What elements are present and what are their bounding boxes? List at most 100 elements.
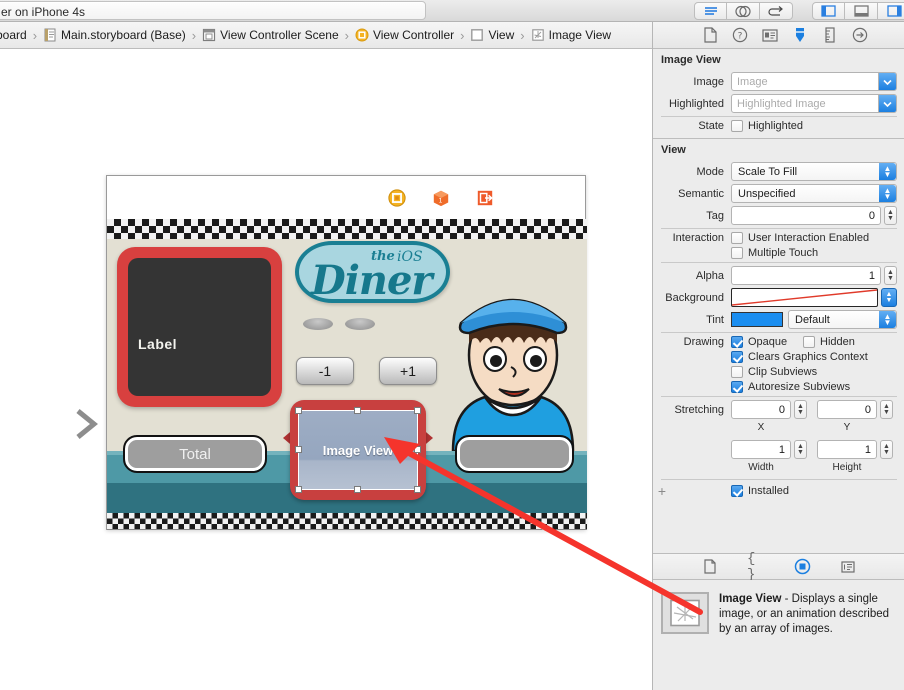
code-snippet-library-tab[interactable]: { } [747, 558, 765, 576]
selection-handle-bl[interactable] [295, 486, 302, 493]
updown-chevron-icon[interactable]: ▲▼ [879, 163, 896, 180]
attributes-inspector-tab[interactable] [791, 26, 809, 44]
stretch-y-input[interactable]: 0 [817, 400, 877, 419]
toggle-debug-area-button[interactable] [845, 2, 878, 20]
storyboard-canvas[interactable]: 1 [0, 49, 652, 690]
chevron-down-icon[interactable] [878, 95, 896, 112]
device-view[interactable]: Label Diner the iOS -1 +1 [107, 219, 587, 530]
selection-handle-mr[interactable] [414, 446, 421, 453]
breadcrumb-item-image-view[interactable]: Image View [531, 28, 611, 42]
version-editor-button[interactable] [760, 2, 793, 20]
stretch-y-stepper[interactable]: ▲▼ [880, 400, 893, 419]
assistant-editor-button[interactable] [727, 2, 760, 20]
clip-subviews-checkbox-row[interactable]: Clip Subviews [731, 366, 817, 378]
selection-handle-tl[interactable] [295, 407, 302, 414]
size-inspector-tab[interactable] [821, 26, 839, 44]
file-template-library-tab[interactable] [701, 558, 719, 576]
library-item-image-view[interactable]: Image View - Displays a single image, or… [653, 580, 904, 637]
image-view-selected[interactable]: Image View [298, 410, 418, 490]
opaque-checkbox[interactable] [731, 336, 743, 348]
installed-checkbox[interactable] [731, 485, 743, 497]
installed-checkbox-row[interactable]: Installed [731, 485, 789, 497]
breadcrumb-item-storyboard[interactable]: Main.storyboard (Base) [43, 28, 186, 42]
opaque-checkbox-row[interactable]: Opaque [731, 336, 803, 348]
media-library-tab[interactable] [839, 558, 857, 576]
stretch-height-stepper[interactable]: ▲▼ [880, 440, 893, 459]
clip-subviews-row: Clip Subviews [653, 366, 904, 378]
view-controller-scene[interactable]: 1 [106, 175, 586, 530]
hidden-checkbox-row[interactable]: Hidden [803, 336, 855, 348]
toolbar: er on iPhone 4s [0, 0, 904, 22]
breadcrumb-item-board[interactable]: board [0, 28, 27, 42]
clears-graphics-checkbox-row[interactable]: Clears Graphics Context [731, 351, 868, 363]
view-controller-icon [355, 28, 369, 42]
autoresize-checkbox-row[interactable]: Autoresize Subviews [731, 381, 850, 393]
file-inspector-tab[interactable] [701, 26, 719, 44]
tag-stepper[interactable]: ▲▼ [884, 206, 897, 225]
exit-icon[interactable] [476, 189, 494, 207]
autoresize-checkbox[interactable] [731, 381, 743, 393]
image-combo[interactable]: Image [731, 72, 897, 91]
chalkboard-inner: Label [128, 258, 271, 396]
breadcrumb-item-view-controller[interactable]: View Controller [355, 28, 454, 42]
hidden-checkbox[interactable] [803, 336, 815, 348]
alpha-stepper[interactable]: ▲▼ [884, 266, 897, 285]
semantic-popup[interactable]: Unspecified ▲▼ [731, 184, 897, 203]
alpha-input[interactable]: 1 [731, 266, 881, 285]
clears-graphics-checkbox[interactable] [731, 351, 743, 363]
identity-inspector-tab[interactable] [761, 26, 779, 44]
background-label: Background [653, 292, 731, 304]
utilities-inspector: ? Image View Image Image [652, 22, 904, 690]
object-library-tab[interactable] [793, 558, 811, 576]
updown-chevron-icon[interactable]: ▲▼ [879, 311, 896, 328]
scheme-selector[interactable]: er on iPhone 4s [0, 1, 426, 20]
semantic-value: Unspecified [732, 188, 795, 200]
stretching-wh-row: 1 ▲▼ 1 ▲▼ [653, 440, 904, 459]
selection-handle-tr[interactable] [414, 407, 421, 414]
user-interaction-checkbox[interactable] [731, 232, 743, 244]
user-interaction-checkbox-row[interactable]: User Interaction Enabled [731, 232, 869, 244]
selection-handle-ml[interactable] [295, 446, 302, 453]
connections-inspector-tab[interactable] [851, 26, 869, 44]
stretch-height-input[interactable]: 1 [817, 440, 877, 459]
tint-popup[interactable]: Default ▲▼ [788, 310, 897, 329]
interaction-label: Interaction [653, 232, 731, 244]
divider [661, 479, 897, 480]
stretch-x-caption: X [731, 422, 791, 433]
breadcrumb-separator: › [460, 28, 464, 43]
chevron-down-icon[interactable] [878, 73, 896, 90]
selection-handle-br[interactable] [414, 486, 421, 493]
toggle-utilities-button[interactable] [878, 2, 904, 20]
selection-handle-bc[interactable] [354, 486, 361, 493]
library-list[interactable]: Image View - Displays a single image, or… [653, 580, 904, 690]
state-highlighted-checkbox-row[interactable]: Highlighted [731, 120, 803, 132]
image-view-icon [669, 599, 701, 627]
state-highlighted-checkbox[interactable] [731, 120, 743, 132]
multiple-touch-checkbox[interactable] [731, 247, 743, 259]
stretch-width-input[interactable]: 1 [731, 440, 791, 459]
breadcrumb-item-view[interactable]: View [470, 28, 514, 42]
quick-help-inspector-tab[interactable]: ? [731, 26, 749, 44]
multiple-touch-checkbox-row[interactable]: Multiple Touch [731, 247, 818, 259]
stretch-width-stepper[interactable]: ▲▼ [794, 440, 807, 459]
standard-editor-button[interactable] [694, 2, 727, 20]
background-color-well[interactable] [731, 288, 878, 307]
arrow-circle-icon [852, 27, 868, 43]
tag-input[interactable]: 0 [731, 206, 881, 225]
highlighted-image-combo[interactable]: Highlighted Image [731, 94, 897, 113]
updown-chevron-icon[interactable]: ▲▼ [879, 185, 896, 202]
background-color-stepper[interactable]: ▲▼ [881, 288, 897, 307]
add-variation-button[interactable]: + [653, 483, 671, 499]
stretch-x-input[interactable]: 0 [731, 400, 791, 419]
selection-handle-tc[interactable] [354, 407, 361, 414]
increment-button[interactable]: +1 [379, 357, 437, 385]
decrement-button[interactable]: -1 [296, 357, 354, 385]
stretch-x-stepper[interactable]: ▲▼ [794, 400, 807, 419]
first-responder-icon[interactable]: 1 [432, 189, 450, 207]
view-controller-icon[interactable] [388, 189, 406, 207]
mode-popup[interactable]: Scale To Fill ▲▼ [731, 162, 897, 181]
clip-subviews-checkbox[interactable] [731, 366, 743, 378]
breadcrumb-item-scene[interactable]: View Controller Scene [202, 28, 339, 42]
tint-color-swatch[interactable] [731, 312, 783, 327]
toggle-navigator-button[interactable] [812, 2, 845, 20]
